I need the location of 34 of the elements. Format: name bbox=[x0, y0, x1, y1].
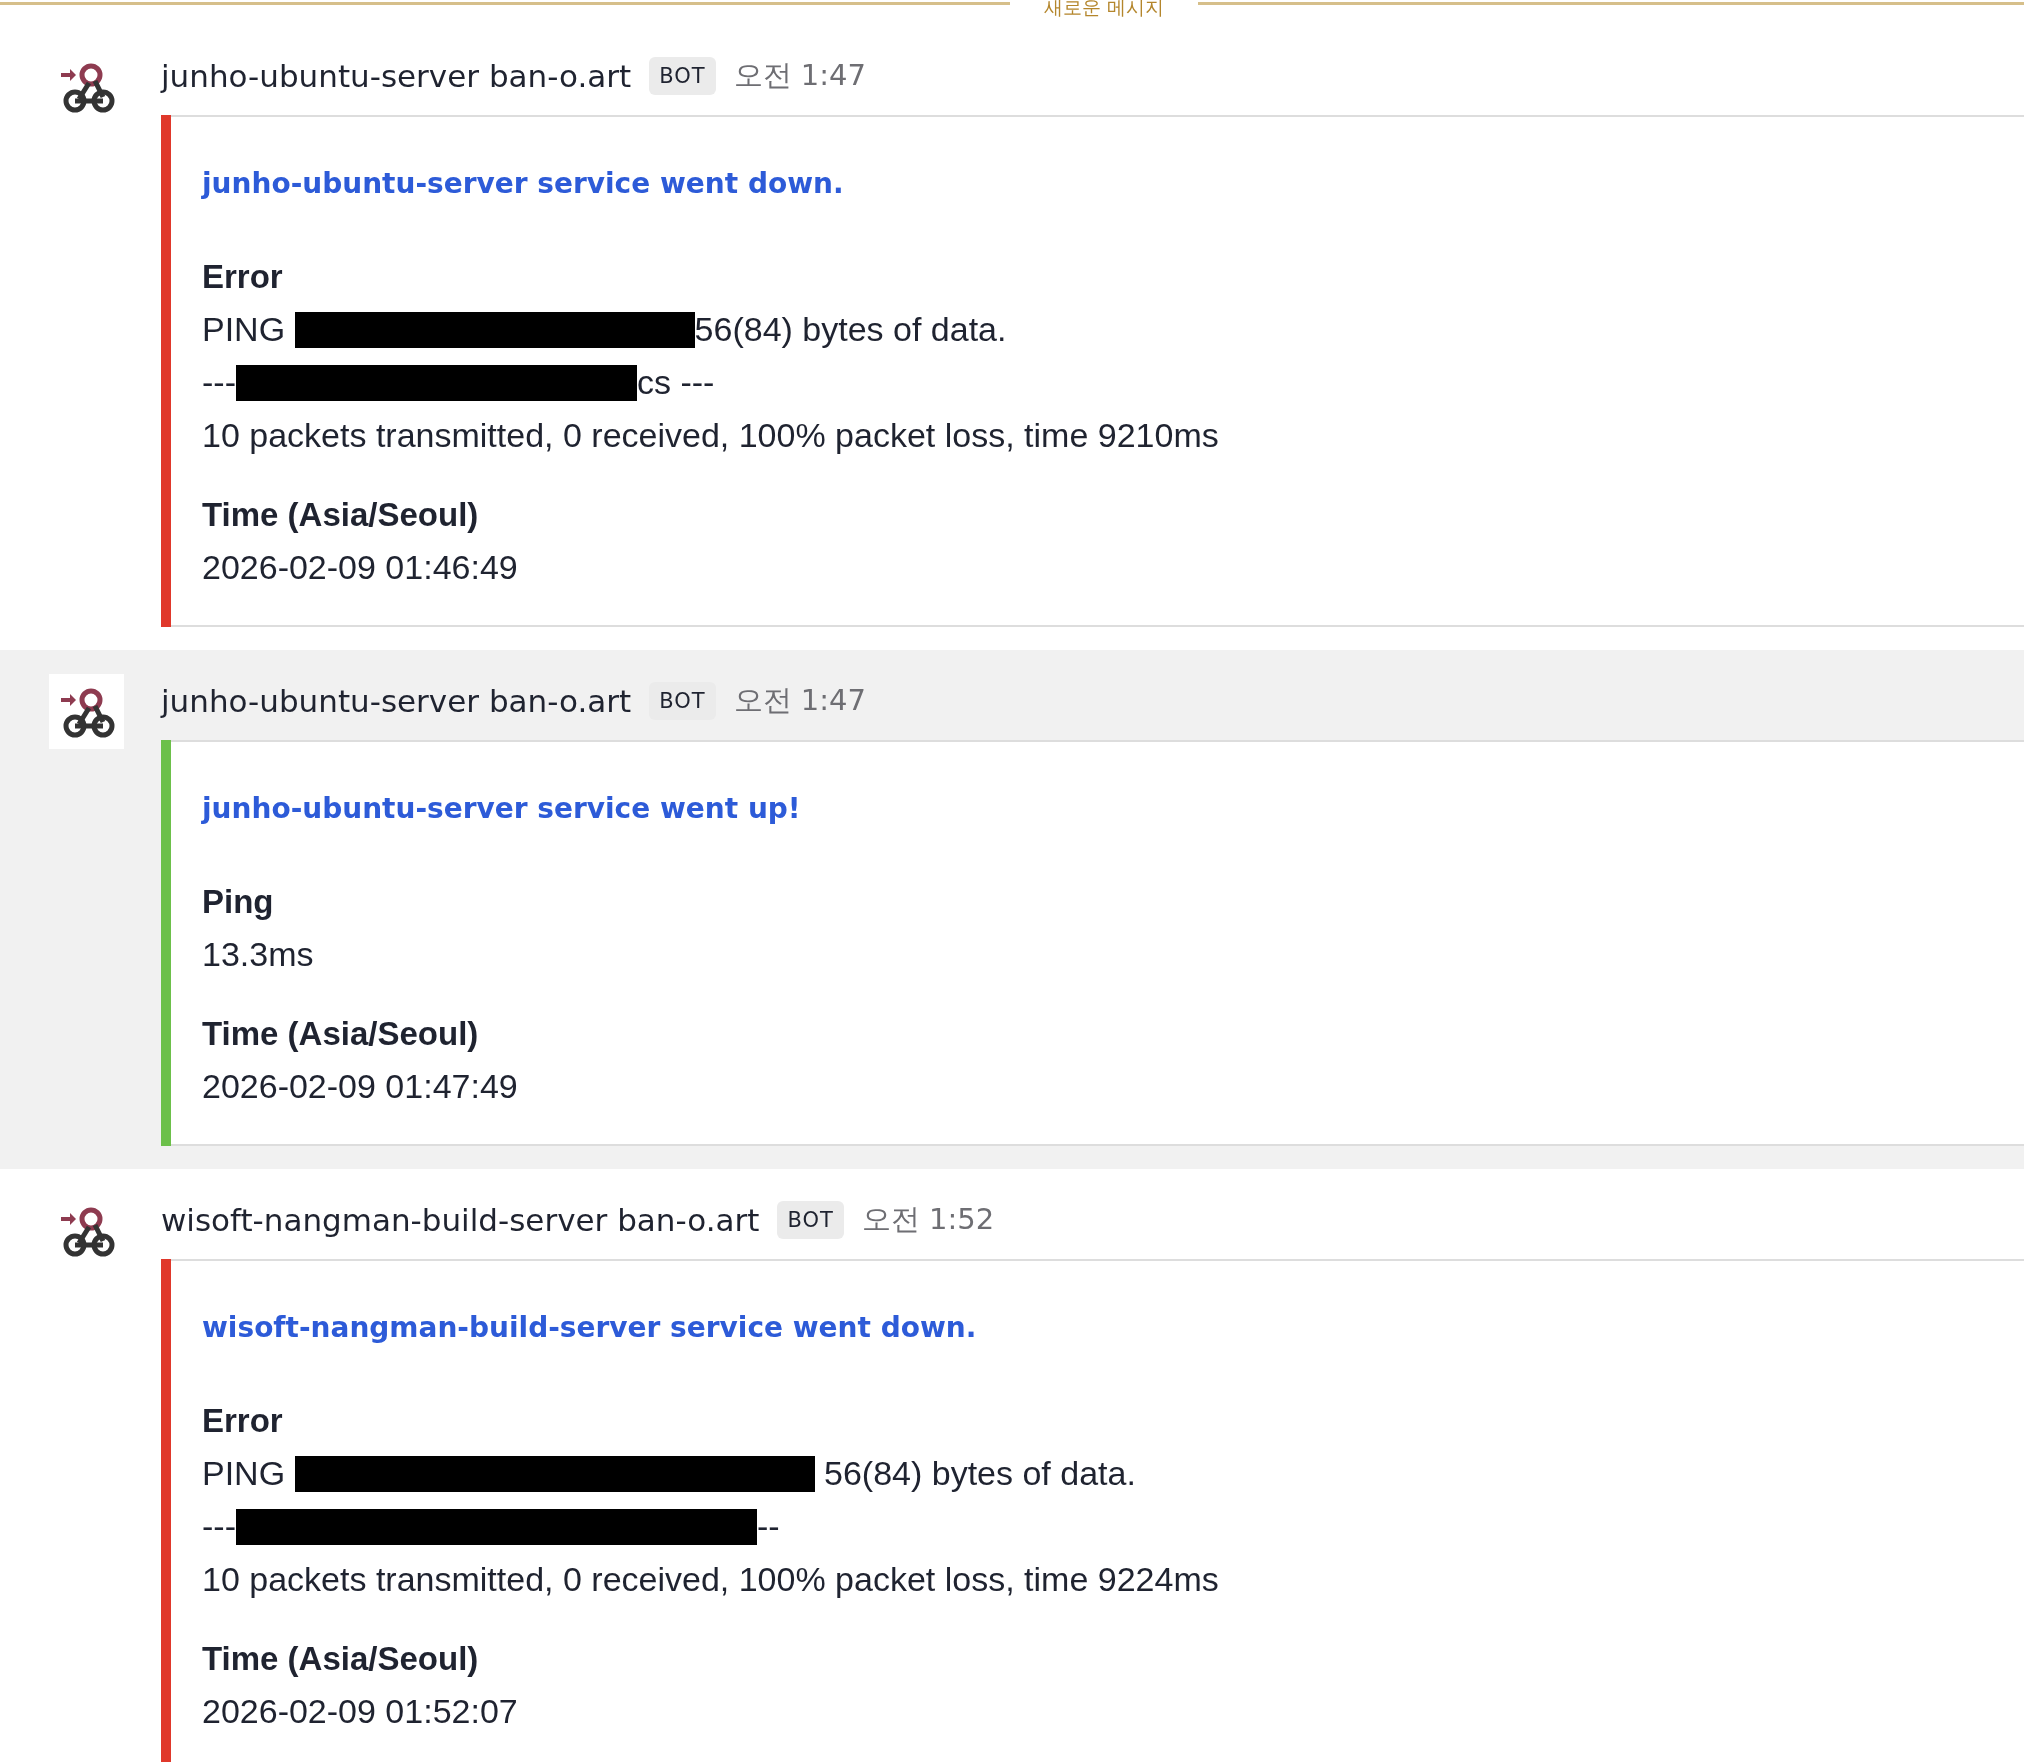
field-value: 56(84) bytes of data. bbox=[823, 1454, 1136, 1493]
alert-title-link[interactable]: junho-ubuntu-server service went up! bbox=[202, 782, 801, 835]
field-value: 2026-02-09 01:47:49 bbox=[202, 1067, 518, 1106]
field-value: --- bbox=[202, 363, 236, 402]
field-value: cs --- bbox=[636, 363, 715, 402]
alert-title-link[interactable]: wisoft-nangman-build-server service went down. bbox=[202, 1301, 977, 1354]
field-value: 10 packets transmitted, 0 received, 100% packet loss, time 9210ms bbox=[202, 416, 1219, 455]
message-time: 오전 1:52 bbox=[861, 1201, 995, 1238]
field-value: 56(84) bytes of data. bbox=[694, 310, 1007, 349]
field-value: 2026-02-09 01:52:07 bbox=[202, 1692, 518, 1731]
field-value: --- bbox=[202, 1507, 236, 1546]
field-title: Time (Asia/Seoul) bbox=[202, 1014, 479, 1054]
field-value: 10 packets transmitted, 0 received, 100% packet loss, time 9224ms bbox=[202, 1560, 1219, 1599]
field-title: Time (Asia/Seoul) bbox=[202, 495, 479, 535]
field-value: -- bbox=[756, 1507, 780, 1546]
alert-title-link[interactable]: junho-ubuntu-server service went down. bbox=[202, 157, 844, 210]
bot-badge: BOT bbox=[649, 682, 716, 720]
sender-name[interactable]: wisoft-nangman-build-server ban-o.art bbox=[161, 1202, 760, 1238]
message-time: 오전 1:47 bbox=[733, 57, 866, 94]
sender-name[interactable]: junho-ubuntu-server ban-o.art bbox=[161, 58, 632, 94]
field-value: 13.3ms bbox=[202, 935, 314, 974]
field-title: Error bbox=[202, 1401, 283, 1441]
field-title: Time (Asia/Seoul) bbox=[202, 1639, 479, 1679]
field-value: PING bbox=[202, 310, 287, 349]
new-messages-label: 새로운 메시지 bbox=[1042, 0, 1165, 17]
field-value: PING bbox=[202, 1454, 287, 1493]
field-title: Error bbox=[202, 257, 283, 297]
message-row[interactable]: junho-ubuntu-server ban-o.art BOT 오전 1:47 junho-ubuntu-server service went up! Ping 13.3ms Time (Asia/Seoul) 2026-02-09 01:47:49 bbox=[0, 650, 2024, 1169]
message-time: 오전 1:47 bbox=[733, 682, 866, 719]
bot-badge: BOT bbox=[649, 57, 716, 95]
field-value: 2026-02-09 01:46:49 bbox=[202, 548, 518, 587]
field-title: Ping bbox=[202, 882, 274, 922]
bot-badge: BOT bbox=[777, 1201, 844, 1239]
sender-name[interactable]: junho-ubuntu-server ban-o.art bbox=[161, 683, 632, 719]
